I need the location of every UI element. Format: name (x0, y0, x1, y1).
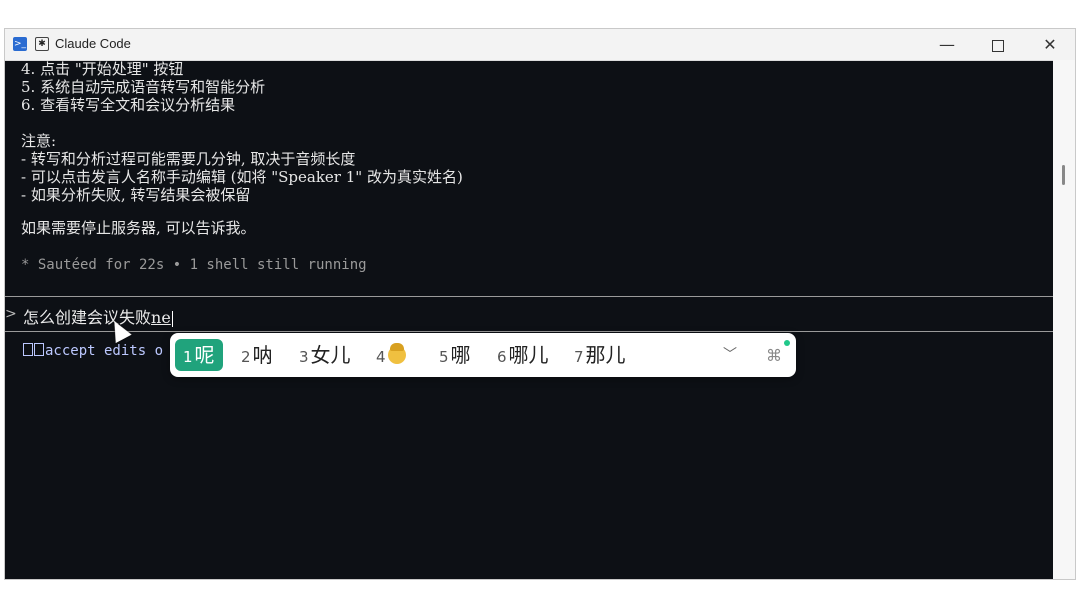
step-line: 5. 系统自动完成语音转写和智能分析 (21, 78, 266, 96)
ime-candidate-6[interactable]: 6 哪儿 (497, 333, 549, 377)
title-bar[interactable]: >_ ✱ Claude Code — ✕ (5, 29, 1075, 61)
command-key-icon[interactable]: ⌘ (766, 346, 782, 365)
note-line: - 转写和分析过程可能需要几分钟, 取决于音频长度 (21, 150, 356, 168)
maximize-icon (992, 39, 1004, 52)
step-line: 6. 查看转写全文和会议分析结果 (21, 96, 236, 114)
window-title: Claude Code (55, 36, 131, 51)
ime-candidate-bar[interactable]: 1呢 2呐 3 女儿 4 5哪 6 哪儿 7 那儿 ﹀ ⌘ (170, 333, 796, 377)
prompt-committed-text: 怎么创建会议失败 (23, 308, 152, 327)
status-line: * Sautéed for 22s • 1 shell still runnin… (21, 257, 367, 273)
closing-line: 如果需要停止服务器, 可以告诉我。 (21, 219, 256, 237)
claude-icon: ✱ (35, 37, 49, 51)
accept-edits-text: accept edits o (45, 343, 164, 359)
scrollbar[interactable] (1053, 60, 1075, 579)
ime-candidate-2[interactable]: 2呐 (241, 333, 273, 377)
prompt-input[interactable]: > 怎么创建会议失败ne (5, 304, 605, 328)
scrollbar-thumb[interactable] (1062, 165, 1065, 185)
notes-heading: 注意: (21, 132, 57, 150)
note-line: - 如果分析失败, 转写结果会被保留 (21, 186, 251, 204)
placeholder-glyph-icon (34, 343, 44, 356)
note-line: - 可以点击发言人名称手动编辑 (如将 "Speaker 1" 改为真实姓名) (21, 168, 463, 186)
ime-composition-text: ne (151, 308, 171, 327)
ime-candidate-7[interactable]: 7 那儿 (574, 333, 626, 377)
ime-candidate-5[interactable]: 5哪 (439, 333, 471, 377)
accept-edits-hint: accept edits o (23, 343, 163, 359)
ime-candidate-3[interactable]: 3 女儿 (299, 333, 351, 377)
chevron-down-icon[interactable]: ﹀ (723, 333, 737, 377)
prompt-text[interactable]: 怎么创建会议失败ne (23, 304, 173, 328)
claude-code-window: >_ ✱ Claude Code — ✕ 4. 点击 "开始处理" 按钮 5. … (4, 28, 1076, 580)
terminal-output[interactable]: 4. 点击 "开始处理" 按钮 5. 系统自动完成语音转写和智能分析 6. 查看… (5, 60, 1055, 579)
placeholder-glyph-icon (23, 343, 33, 356)
prompt-symbol: > (5, 306, 17, 322)
step-line: 4. 点击 "开始处理" 按钮 (21, 60, 184, 78)
status-dot-icon (784, 340, 790, 346)
close-button[interactable]: ✕ (1030, 33, 1070, 57)
text-cursor (171, 310, 173, 327)
prompt-divider-top (5, 296, 1055, 297)
maximize-button[interactable] (978, 33, 1018, 57)
minimize-button[interactable]: — (927, 33, 967, 57)
prompt-divider-bottom (5, 331, 1055, 332)
ime-candidate-4[interactable]: 4 (376, 333, 406, 377)
baby-emoji-icon (387, 343, 406, 364)
ime-candidate-1[interactable]: 1呢 (175, 339, 223, 371)
powershell-icon: >_ (13, 37, 27, 51)
